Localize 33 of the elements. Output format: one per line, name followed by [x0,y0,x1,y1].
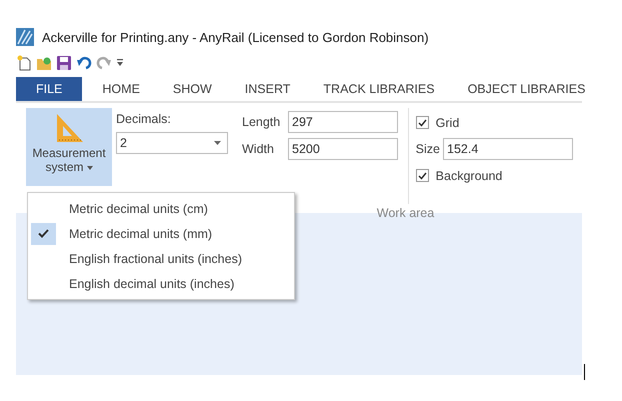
ribbon-tab[interactable]: TRACK LIBRARIES [311,77,447,101]
checkbox-label: Grid [436,116,460,130]
menu-item[interactable]: Metric decimal units (mm) [28,221,294,246]
measurement-system-button[interactable]: Measurement system [26,108,112,186]
menu-item[interactable]: English decimal units (inches) [28,271,294,296]
text-cursor-icon [584,364,585,380]
ribbon-tab[interactable]: HOME [90,77,152,101]
app-icon [16,28,34,46]
window-title: Ackerville for Printing.any - AnyRail (Licensed to Gordon Robinson) [42,30,429,44]
caret-icon [214,141,221,145]
new-file-icon[interactable] [16,55,32,71]
caret-icon [86,166,92,170]
size-label: Size [416,142,440,156]
ribbon-tab[interactable]: FILE [16,77,82,101]
ribbon-tab[interactable]: INSERT [232,77,302,101]
customize-caret-icon[interactable] [116,58,124,68]
checkbox[interactable] [416,116,429,129]
size-field[interactable]: 152.4 [443,138,573,160]
ribbon-tab[interactable]: OBJECT LIBRARIES [456,77,598,101]
menu-item[interactable]: Metric decimal units (cm) [28,196,294,221]
ribbon-tab[interactable]: SHOW [160,77,224,101]
input-field[interactable]: 297 [288,111,398,133]
input-field[interactable]: 5200 [288,138,398,160]
decimals-label: Decimals: [116,112,172,126]
checkbox-label: Background [436,168,502,182]
field-label: Length [242,115,282,129]
group-label: Work area [376,206,434,220]
decimals-dropdown[interactable]: 2 [116,132,228,154]
checkbox[interactable] [416,169,429,182]
undo-icon[interactable] [76,55,92,71]
save-icon[interactable] [56,55,72,71]
field-label: Width [242,142,275,156]
menu-item[interactable]: English fractional units (inches) [28,246,294,271]
